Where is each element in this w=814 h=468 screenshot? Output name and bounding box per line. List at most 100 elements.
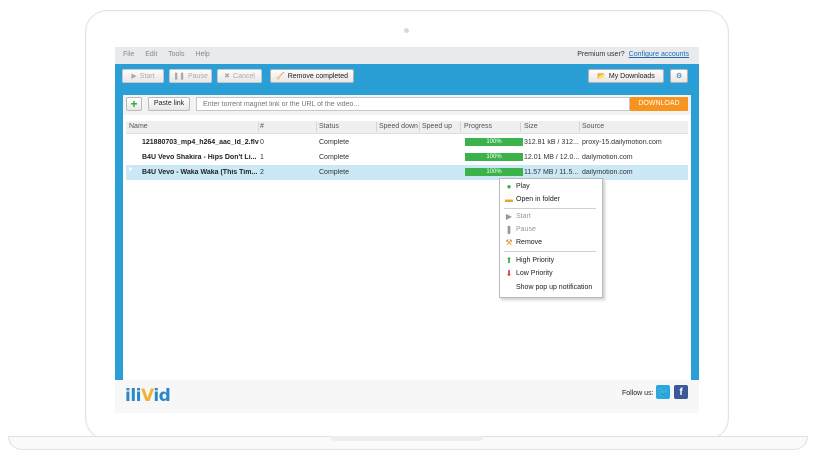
app-window: File Edit Tools Help Premium user? Config… — [115, 47, 699, 413]
ctx-start[interactable]: ▶ Start — [500, 211, 600, 223]
col-divider — [258, 122, 259, 132]
col-progress[interactable]: Progress — [464, 123, 492, 130]
progress-bar: 100% — [465, 153, 523, 161]
ilivid-logo: iliVid — [125, 386, 171, 406]
facebook-icon[interactable]: f — [674, 385, 688, 399]
broom-icon: ⚒ — [505, 238, 513, 247]
row-size: 11.57 MB / 11.5... — [524, 169, 579, 176]
ctx-play-label: Play — [516, 183, 530, 190]
row-status: Complete — [319, 154, 349, 161]
play-circle-icon: ● — [506, 182, 512, 191]
ctx-open-folder-label: Open in folder — [516, 196, 560, 203]
row-status: Complete — [319, 169, 349, 176]
my-downloads-button[interactable]: 📂 My Downloads — [588, 69, 664, 83]
row-source: proxy-15.dailymotion.com — [582, 139, 662, 146]
url-bar: + Paste link DOWNLOAD — [123, 95, 691, 115]
col-speed-up[interactable]: Speed up — [422, 123, 452, 130]
pause-icon: ❚ — [505, 225, 513, 234]
row-size: 12.01 MB / 12.0... — [524, 154, 579, 161]
col-divider — [316, 122, 317, 132]
row-source: dailymotion.com — [582, 154, 633, 161]
row-number: 2 — [260, 169, 264, 176]
col-divider — [460, 122, 461, 132]
ctx-pause[interactable]: ❚ Pause — [500, 224, 600, 236]
settings-button[interactable]: ⚙ — [670, 69, 688, 83]
col-number[interactable]: # — [260, 123, 264, 130]
table-header: Name # Status Speed down Speed up Progre… — [126, 121, 688, 134]
table-row[interactable]: 121880703_mp4_h264_aac_ld_2.flv 0 Comple… — [126, 135, 688, 150]
broom-icon: 🧹 — [275, 73, 285, 80]
ctx-start-label: Start — [516, 213, 531, 220]
col-divider — [520, 122, 521, 132]
pause-label: Pause — [187, 72, 208, 80]
remove-completed-button[interactable]: 🧹 Remove completed — [270, 69, 354, 83]
folder-icon: 📂 — [597, 73, 606, 80]
url-input[interactable] — [196, 97, 630, 111]
logo-text-v: V — [140, 386, 154, 406]
play-icon: ▶ — [505, 212, 513, 221]
ctx-remove[interactable]: ⚒ Remove — [500, 237, 600, 249]
row-name: 121880703_mp4_h264_aac_ld_2.flv — [142, 139, 259, 146]
play-icon: ▶ — [131, 73, 137, 80]
menu-tools[interactable]: Tools — [168, 51, 184, 58]
row-status: Complete — [319, 139, 349, 146]
premium-label: Premium user? — [577, 51, 625, 58]
my-downloads-label: My Downloads — [608, 72, 655, 80]
logo-text-start: ili — [125, 386, 141, 406]
row-number: 0 — [260, 139, 264, 146]
progress-bar: 100% — [465, 138, 523, 146]
gear-icon: ⚙ — [675, 73, 683, 80]
context-menu: ● Play ▬ Open in folder ▶ Start ❚ Pause ⚒ Rem… — [499, 178, 603, 298]
remove-completed-label: Remove completed — [287, 72, 349, 80]
ctx-high-priority[interactable]: ⬆ High Priority — [500, 255, 600, 267]
row-name: B4U Vevo Shakira - Hips Don't Li... — [142, 154, 257, 161]
row-number: 1 — [260, 154, 264, 161]
main-panel: + Paste link DOWNLOAD Name # Status Spee… — [123, 95, 691, 380]
follow-us-label: Follow us: — [622, 390, 654, 397]
ctx-remove-label: Remove — [516, 239, 543, 246]
ctx-high-priority-label: High Priority — [516, 257, 555, 264]
cancel-label: Cancel — [233, 72, 255, 80]
arrow-up-icon: ⬆ — [505, 256, 513, 265]
folder-icon: ▬ — [505, 195, 513, 204]
col-size[interactable]: Size — [524, 123, 538, 130]
ctx-show-popup[interactable]: Show pop up notification — [500, 282, 600, 294]
add-button[interactable]: + — [126, 97, 142, 111]
ctx-low-priority-label: Low Priority — [516, 270, 553, 277]
laptop-notch — [330, 436, 484, 441]
menu-bar: File Edit Tools Help Premium user? Config… — [115, 47, 699, 64]
cancel-icon: ✖ — [224, 73, 231, 80]
col-speed-down[interactable]: Speed down — [379, 123, 418, 130]
ctx-open-folder[interactable]: ▬ Open in folder — [500, 194, 600, 206]
start-label: Start — [139, 72, 155, 80]
col-name[interactable]: Name — [129, 123, 148, 130]
menu-help[interactable]: Help — [195, 51, 209, 58]
col-source[interactable]: Source — [582, 123, 604, 130]
pause-button[interactable]: ❚❚ Pause — [169, 69, 212, 83]
progress-bar: 100% — [465, 168, 523, 176]
menu-divider — [504, 251, 596, 252]
menu-items: File Edit Tools Help — [123, 51, 219, 58]
arrow-down-icon: ⬇ — [505, 269, 513, 278]
menu-file[interactable]: File — [123, 51, 134, 58]
paste-link-button[interactable]: Paste link — [148, 97, 190, 111]
ctx-low-priority[interactable]: ⬇ Low Priority — [500, 268, 600, 280]
configure-accounts-link[interactable]: Configure accounts — [629, 51, 689, 58]
pause-icon: ❚❚ — [173, 73, 185, 80]
start-button[interactable]: ▶ Start — [122, 69, 164, 83]
menu-edit[interactable]: Edit — [145, 51, 157, 58]
col-divider — [376, 122, 377, 132]
ctx-pause-label: Pause — [516, 226, 536, 233]
table-row[interactable]: B4U Vevo Shakira - Hips Don't Li... 1 Co… — [126, 150, 688, 165]
ctx-play[interactable]: ● Play — [500, 181, 600, 193]
col-status[interactable]: Status — [319, 123, 339, 130]
download-button[interactable]: DOWNLOAD — [630, 97, 688, 111]
cancel-button[interactable]: ✖ Cancel — [217, 69, 262, 83]
menu-divider — [504, 208, 596, 209]
ctx-show-popup-label: Show pop up notification — [516, 284, 593, 291]
twitter-icon[interactable]: 🐦 — [656, 385, 670, 399]
row-name: B4U Vevo - Waka Waka (This Tim... — [142, 169, 258, 176]
premium-area: Premium user? Configure accounts — [577, 51, 689, 58]
plus-icon: + — [130, 97, 138, 111]
table-row[interactable]: B4U Vevo - Waka Waka (This Tim... 2 Comp… — [126, 165, 688, 180]
